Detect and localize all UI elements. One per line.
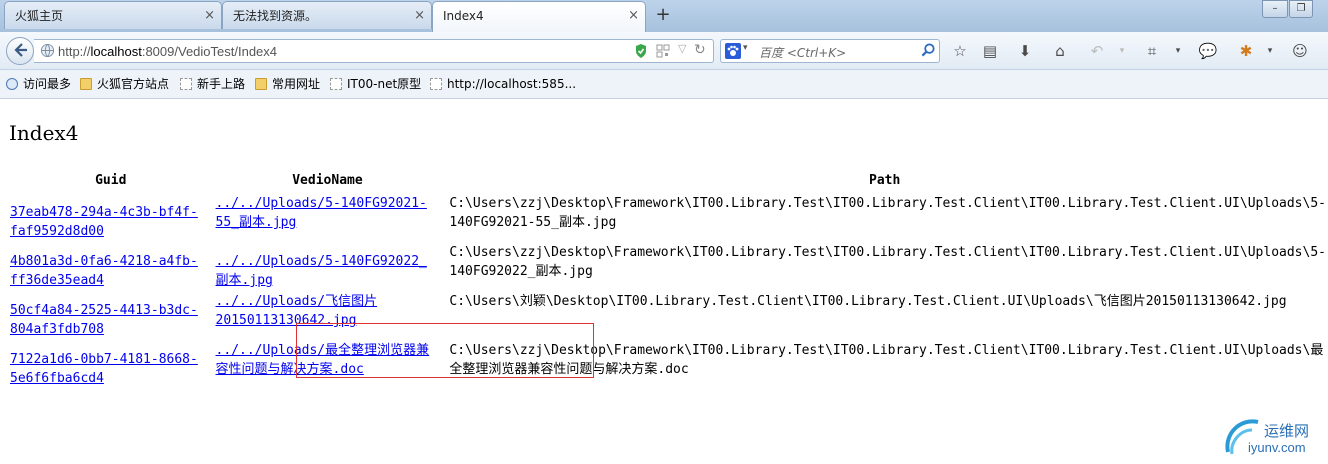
guid-link[interactable]: 4b801a3d-0fa6-4218-a4fb-ff36de35ead4: [10, 254, 198, 288]
tab-close-icon[interactable]: ×: [628, 2, 639, 30]
chevron-down-icon[interactable]: ▾: [743, 43, 748, 53]
guid-link[interactable]: 7122a1d6-0bb7-4181-8668-5e6f6fba6cd4: [10, 352, 198, 386]
shield-icon[interactable]: [634, 43, 648, 62]
tab-title: Index4: [443, 9, 484, 23]
bookmark-getting-started[interactable]: 新手上路: [180, 76, 245, 92]
back-arrow-icon: [12, 41, 28, 62]
tab-close-icon[interactable]: ×: [414, 2, 425, 30]
folder-icon: [255, 78, 267, 90]
home-icon[interactable]: ⌂: [1050, 41, 1070, 61]
highlight-annotation-box: [296, 323, 594, 378]
bookmark-it00-net[interactable]: IT00-net原型: [330, 76, 421, 92]
url-text[interactable]: http://localhost:8009/VedioTest/Index4: [58, 44, 277, 59]
search-placeholder: 百度 <Ctrl+K>: [759, 46, 847, 60]
navigation-toolbar: http://localhost:8009/VedioTest/Index4 ▽…: [0, 32, 1328, 70]
bookmark-most-visited[interactable]: 访问最多: [6, 76, 71, 92]
globe-icon: [40, 43, 55, 61]
reading-list-icon[interactable]: ▤: [980, 41, 1000, 61]
watermark-url: iyunv.com: [1248, 440, 1306, 455]
chevron-down-icon[interactable]: ▾: [1260, 41, 1280, 61]
chevron-down-icon[interactable]: ▽: [678, 42, 686, 55]
bookmark-firefox-official[interactable]: 火狐官方站点: [80, 76, 169, 92]
star-icon[interactable]: ☆: [950, 41, 970, 61]
page-icon: [430, 78, 442, 90]
chevron-down-icon[interactable]: ▾: [1168, 41, 1188, 61]
url-bar[interactable]: http://localhost:8009/VedioTest/Index4 ▽…: [34, 39, 714, 63]
table-header-row: Guid VedioName Path: [8, 171, 1328, 193]
download-icon[interactable]: ⬇: [1015, 41, 1035, 61]
path-cell: C:\Users\zzj\Desktop\Framework\IT00.Libr…: [449, 196, 1326, 230]
chat-bubble-icon[interactable]: 💬: [1198, 41, 1218, 61]
watermark-title: 运维网: [1264, 422, 1310, 440]
addon-icon[interactable]: ✱: [1236, 41, 1256, 61]
tab-strip: 火狐主页 × 无法找到资源。 × Index4 × + – ❐: [0, 0, 1328, 32]
column-header-vedioname: VedioName: [292, 172, 363, 188]
guid-link[interactable]: 50cf4a84-2525-4413-b3dc-804af3fdb708: [10, 303, 198, 337]
bookmarks-toolbar: 访问最多 火狐官方站点 新手上路 常用网址 IT00-net原型 http://…: [0, 70, 1328, 99]
table-row: 7122a1d6-0bb7-4181-8668-5e6f6fba6cd4 ../…: [8, 340, 1328, 389]
file-link[interactable]: ../../Uploads/5-140FG92022_副本.jpg: [216, 254, 427, 288]
tab-resource-not-found[interactable]: 无法找到资源。 ×: [222, 1, 432, 29]
magnifier-icon[interactable]: [921, 43, 936, 61]
new-tab-button[interactable]: +: [650, 2, 676, 28]
restore-button[interactable]: ❐: [1289, 0, 1313, 18]
minimize-button[interactable]: –: [1262, 0, 1288, 18]
page-icon: [330, 78, 342, 90]
path-cell: C:\Users\zzj\Desktop\Framework\IT00.Libr…: [449, 245, 1326, 279]
smiley-icon[interactable]: ☺: [1290, 41, 1310, 61]
page-icon: [180, 78, 192, 90]
tab-close-icon[interactable]: ×: [204, 2, 215, 30]
crop-icon[interactable]: ⌗: [1142, 41, 1162, 61]
page-title: Index4: [9, 121, 79, 145]
tab-title: 无法找到资源。: [233, 9, 318, 23]
bookmark-common-sites[interactable]: 常用网址: [255, 76, 320, 92]
tab-index4[interactable]: Index4 ×: [432, 1, 646, 32]
column-header-guid: Guid: [95, 172, 127, 188]
bookmark-localhost[interactable]: http://localhost:585...: [430, 76, 576, 92]
reload-icon[interactable]: ↻: [694, 42, 706, 58]
page-content: Index4 Guid VedioName Path 37eab478-294a…: [0, 99, 1328, 464]
baidu-paw-icon[interactable]: [725, 43, 741, 62]
table-row: 50cf4a84-2525-4413-b3dc-804af3fdb708 ../…: [8, 291, 1328, 340]
chevron-down-icon[interactable]: ▾: [1112, 41, 1132, 61]
back-button[interactable]: [6, 37, 34, 65]
most-visited-icon: [6, 78, 18, 90]
search-bar[interactable]: ▾ 百度 <Ctrl+K>: [720, 39, 940, 63]
column-header-path: Path: [869, 172, 901, 188]
files-table: Guid VedioName Path 37eab478-294a-4c3b-b…: [8, 171, 1328, 389]
tab-title: 火狐主页: [15, 9, 64, 23]
qrcode-icon[interactable]: [656, 44, 670, 61]
guid-link[interactable]: 37eab478-294a-4c3b-bf4f-faf9592d8d00: [10, 205, 198, 239]
table-row: 4b801a3d-0fa6-4218-a4fb-ff36de35ead4 ../…: [8, 242, 1328, 291]
table-row: 37eab478-294a-4c3b-bf4f-faf9592d8d00 ../…: [8, 193, 1328, 242]
file-link[interactable]: ../../Uploads/5-140FG92021-55_副本.jpg: [216, 196, 427, 230]
tab-firefox-home[interactable]: 火狐主页 ×: [4, 1, 222, 29]
undo-icon[interactable]: ↶: [1087, 41, 1107, 61]
folder-icon: [80, 78, 92, 90]
